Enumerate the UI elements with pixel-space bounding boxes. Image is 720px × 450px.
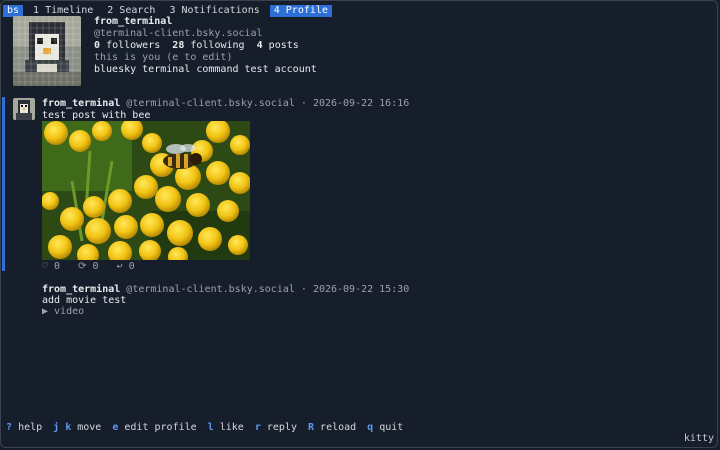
key-edit-profile-desc: edit profile: [124, 422, 197, 433]
key-help-desc: help: [18, 422, 43, 433]
video-attachment[interactable]: ▶ video: [42, 306, 84, 318]
key-move: j k: [53, 422, 72, 433]
post-author[interactable]: from_terminal: [42, 98, 120, 109]
selection-indicator: [2, 97, 5, 271]
profile-stats: 0 followers 28 following 4 posts: [94, 40, 317, 52]
key-like-desc: like: [219, 422, 244, 433]
key-quit-desc: quit: [379, 422, 404, 433]
following-label: following: [190, 40, 245, 51]
key-help: ?: [6, 422, 13, 433]
keybinding-bar: ? help j k move e edit profile l like r repl…: [6, 422, 414, 434]
key-edit-profile: e: [112, 422, 119, 433]
post-meta: @terminal-client.bsky.social · 2026-09-2…: [120, 284, 410, 295]
posts-count: 4: [256, 40, 263, 51]
profile-handle: @terminal-client.bsky.social: [94, 28, 263, 39]
profile-header: from_terminal @terminal-client.bsky.soci…: [94, 16, 317, 76]
key-reply-desc: reply: [266, 422, 297, 433]
posts-label: posts: [268, 40, 299, 51]
key-move-desc: move: [77, 422, 102, 433]
key-like: l: [207, 422, 214, 433]
post-meta: @terminal-client.bsky.social · 2026-09-2…: [120, 98, 410, 109]
post-header[interactable]: from_terminal @terminal-client.bsky.soci…: [42, 98, 409, 110]
profile-display-name: from_terminal: [94, 16, 173, 27]
profile-avatar: [13, 16, 81, 86]
followers-count: 0: [94, 40, 101, 51]
followers-label: followers: [106, 40, 161, 51]
profile-self-note: this is you (e to edit): [94, 52, 233, 63]
post-author[interactable]: from_terminal: [42, 284, 120, 295]
post-avatar: [13, 98, 35, 120]
following-count: 28: [172, 40, 185, 51]
terminal-label: kitty: [683, 433, 714, 444]
post-image-bee[interactable]: [42, 121, 250, 260]
profile-bio: bluesky terminal command test account: [94, 64, 317, 75]
key-reload: R: [307, 422, 315, 433]
key-reply: r: [254, 422, 261, 433]
key-quit: q: [367, 422, 374, 433]
key-reload-desc: reload: [320, 422, 357, 433]
post-stats[interactable]: ♡ 0 ⟳ 0 ↩ 0: [42, 261, 135, 273]
